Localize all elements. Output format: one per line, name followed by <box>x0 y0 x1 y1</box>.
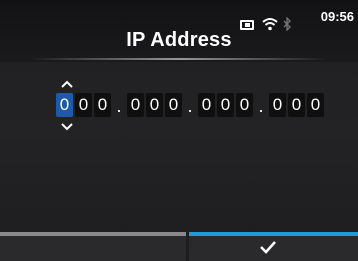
header-bar: 09:56 IP Address <box>0 0 358 62</box>
title-underline <box>30 58 328 60</box>
ip-digit[interactable]: 0 <box>236 93 253 117</box>
back-button[interactable] <box>0 232 186 261</box>
ip-separator: . <box>258 96 264 116</box>
ip-digit[interactable]: 0 <box>269 93 286 117</box>
ip-separator: . <box>116 96 122 116</box>
ip-digit[interactable]: 0 <box>127 93 144 117</box>
ip-digit[interactable]: 0 <box>165 93 182 117</box>
ip-digit[interactable]: 0 <box>307 93 324 117</box>
clock-text: 09:56 <box>320 9 354 24</box>
ip-digit[interactable]: 0 <box>94 93 111 117</box>
ip-digit[interactable]: 0 <box>217 93 234 117</box>
confirm-button[interactable] <box>189 232 358 261</box>
ip-digit[interactable]: 0 <box>146 93 163 117</box>
ip-separator: . <box>187 96 193 116</box>
checkmark-icon <box>260 241 276 254</box>
page-title: IP Address <box>126 29 232 51</box>
ip-digit[interactable]: 0 <box>198 93 215 117</box>
decrement-arrow-icon[interactable] <box>60 122 74 132</box>
printer-lcd-screen: 09:56 IP Address 0 0 0 . 0 0 0 . 0 0 0 .… <box>0 0 358 261</box>
ip-digit[interactable]: 0 <box>56 93 73 117</box>
increment-arrow-icon[interactable] <box>60 79 74 89</box>
ip-digit[interactable]: 0 <box>75 93 92 117</box>
ip-digit[interactable]: 0 <box>288 93 305 117</box>
status-bar: 09:56 <box>0 9 354 31</box>
